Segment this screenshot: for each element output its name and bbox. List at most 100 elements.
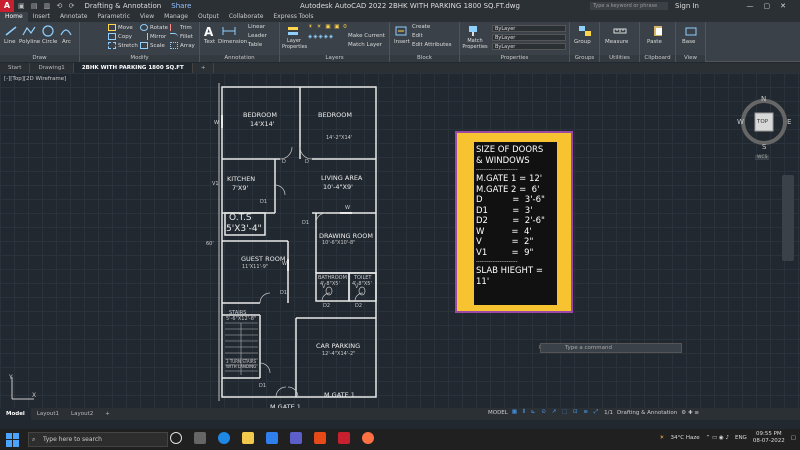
schedule-rows[interactable]: M.GATE 1 = 12' M.GATE 2 = 6' D = 3'-6" D… bbox=[476, 174, 555, 258]
tab-layout2[interactable]: Layout2 bbox=[65, 408, 99, 420]
measure-icon[interactable] bbox=[613, 25, 627, 37]
firefox-icon[interactable] bbox=[362, 432, 374, 444]
match-properties-button[interactable]: Match Properties bbox=[462, 38, 488, 50]
door-d2-tag[interactable]: D2 bbox=[355, 303, 362, 309]
navigation-bar[interactable] bbox=[782, 175, 794, 261]
measure-button[interactable]: Measure bbox=[605, 39, 628, 45]
living-area-size[interactable]: 10'-4"X9' bbox=[323, 183, 353, 191]
tab-layout1[interactable]: Layout1 bbox=[31, 408, 65, 420]
group-icon[interactable] bbox=[578, 25, 592, 37]
table-button[interactable]: Table bbox=[248, 42, 262, 48]
window-tag[interactable]: W bbox=[345, 205, 350, 211]
drawing-room-label[interactable]: DRAWING ROOM bbox=[319, 232, 373, 240]
living-area-label[interactable]: LIVING AREA bbox=[321, 174, 362, 182]
notification-icon[interactable]: ▢ bbox=[791, 435, 796, 441]
car-parking-size[interactable]: 12'-4"X14'-2" bbox=[322, 351, 355, 357]
circle-icon[interactable] bbox=[41, 25, 55, 37]
window-tag[interactable]: W bbox=[214, 120, 219, 126]
leader-button[interactable]: Leader bbox=[248, 33, 267, 39]
brave-icon[interactable] bbox=[314, 432, 326, 444]
linear-button[interactable]: Linear bbox=[248, 24, 265, 30]
clock[interactable]: 09:55 PM 08-07-2022 bbox=[753, 431, 785, 445]
lineweight-select[interactable]: ByLayer bbox=[492, 43, 566, 50]
main-gate-1-label-right[interactable]: M.GATE 1 bbox=[324, 391, 355, 399]
doc-tab-active[interactable]: 2BHK WITH PARKING 1800 SQ.FT bbox=[73, 63, 193, 73]
viewcube-top-face[interactable]: TOP bbox=[757, 119, 768, 125]
paste-button[interactable]: Paste bbox=[647, 39, 662, 45]
help-search-input[interactable]: Type a keyword or phrase bbox=[590, 2, 668, 10]
door-tag[interactable]: D bbox=[305, 159, 309, 165]
text-button[interactable]: Text bbox=[204, 39, 215, 45]
fillet-button[interactable]: Fillet bbox=[170, 33, 193, 40]
tab-parametric[interactable]: Parametric bbox=[92, 12, 135, 22]
arc-icon[interactable] bbox=[59, 25, 73, 37]
tab-home[interactable]: Home bbox=[0, 12, 28, 22]
drafting-toggles[interactable]: ▦ ⦀ ⊾ ⊙ ↗ ⬚ ⊡ ≡ ⤢ bbox=[512, 409, 600, 416]
dimension-button[interactable]: Dimension bbox=[218, 39, 247, 45]
copy-button[interactable]: Copy bbox=[108, 33, 132, 40]
dimension-60-label[interactable]: 60' bbox=[206, 241, 214, 247]
file-explorer-icon[interactable] bbox=[242, 432, 254, 444]
autocad-taskbar-icon[interactable] bbox=[338, 432, 350, 444]
vent-v-tag[interactable]: V bbox=[355, 284, 358, 290]
tab-output[interactable]: Output bbox=[193, 12, 224, 22]
weather-icon[interactable]: ☀ bbox=[660, 435, 665, 441]
layer-tools-icons[interactable]: ◈◈◈◈◈ bbox=[308, 34, 334, 40]
rotate-button[interactable]: Rotate bbox=[140, 24, 168, 31]
dimension-icon[interactable] bbox=[222, 25, 236, 37]
compass-west[interactable]: W bbox=[737, 118, 744, 126]
command-line-input[interactable]: Type a command bbox=[540, 343, 682, 353]
stretch-button[interactable]: Stretch bbox=[108, 42, 138, 49]
store-icon[interactable] bbox=[266, 432, 278, 444]
guest-room-size[interactable]: 11'X11'-9" bbox=[242, 264, 268, 270]
car-parking-label[interactable]: CAR PARKING bbox=[316, 342, 360, 350]
language-indicator[interactable]: ENG bbox=[735, 435, 747, 441]
edit-attributes-button[interactable]: Edit Attributes bbox=[412, 42, 452, 48]
utilities-group-title[interactable]: Utilities bbox=[600, 55, 639, 62]
layer-properties-button[interactable]: Layer Properties bbox=[282, 38, 307, 50]
array-button[interactable]: Array bbox=[170, 42, 195, 49]
tab-view[interactable]: View bbox=[135, 12, 159, 22]
move-button[interactable]: Move bbox=[108, 24, 133, 31]
base-view-icon[interactable] bbox=[684, 25, 698, 37]
vent-v1-tag[interactable]: V1 bbox=[212, 181, 219, 187]
tab-model[interactable]: Model bbox=[0, 408, 31, 420]
edge-icon[interactable] bbox=[218, 432, 230, 444]
compass-south[interactable]: S bbox=[762, 143, 766, 151]
insert-block-icon[interactable] bbox=[394, 25, 408, 37]
circle-button[interactable]: Circle bbox=[42, 39, 57, 45]
task-view-icon[interactable] bbox=[170, 432, 182, 444]
compass-north[interactable]: N bbox=[761, 95, 766, 103]
kitchen-label[interactable]: KITCHEN bbox=[227, 175, 255, 183]
bedroom1-label[interactable]: BEDROOM bbox=[243, 111, 277, 119]
compass-east[interactable]: E bbox=[787, 118, 791, 126]
stair-note[interactable]: 3 TURN STAIRS WITH LANDING bbox=[226, 359, 260, 369]
autocad-logo-icon[interactable]: A bbox=[0, 0, 14, 12]
ots-label[interactable]: O.T.S bbox=[229, 213, 252, 223]
bedroom2-size[interactable]: 14'-2"X14' bbox=[326, 135, 352, 141]
modify-group-title[interactable]: Modify bbox=[80, 55, 199, 62]
mirror-button[interactable]: Mirror bbox=[140, 33, 166, 40]
scale-button[interactable]: Scale bbox=[140, 42, 165, 49]
polyline-icon[interactable] bbox=[22, 25, 36, 37]
color-select[interactable]: ByLayer bbox=[492, 25, 566, 32]
add-layout-button[interactable]: + bbox=[99, 408, 116, 420]
paste-icon[interactable] bbox=[651, 25, 665, 37]
bedroom1-size[interactable]: 14'X14' bbox=[250, 120, 275, 128]
door-window-schedule[interactable]: SIZE OF DOORS & WINDOWS ----------------… bbox=[455, 131, 573, 313]
door-tag[interactable]: D bbox=[282, 159, 286, 165]
trim-button[interactable]: Trim bbox=[170, 24, 192, 31]
window-controls[interactable]: —▢✕ bbox=[747, 2, 796, 10]
annotation-group-title[interactable]: Annotation bbox=[200, 55, 279, 62]
line-button[interactable]: Line bbox=[4, 39, 15, 45]
stairs-size[interactable]: 5'-6"X12'-8" bbox=[226, 316, 256, 322]
vent-v-tag[interactable]: V bbox=[322, 284, 325, 290]
base-button[interactable]: Base bbox=[682, 39, 695, 45]
wcs-menu[interactable]: WCS bbox=[755, 155, 770, 160]
tab-annotate[interactable]: Annotate bbox=[55, 12, 92, 22]
status-settings-icon[interactable]: ⚙ ✚ ≡ bbox=[681, 410, 699, 416]
tab-collaborate[interactable]: Collaborate bbox=[224, 12, 269, 22]
drawing-room-size[interactable]: 10'-6"X10'-8" bbox=[322, 240, 355, 246]
text-icon[interactable]: A bbox=[204, 25, 218, 39]
block-group-title[interactable]: Block bbox=[390, 55, 459, 62]
